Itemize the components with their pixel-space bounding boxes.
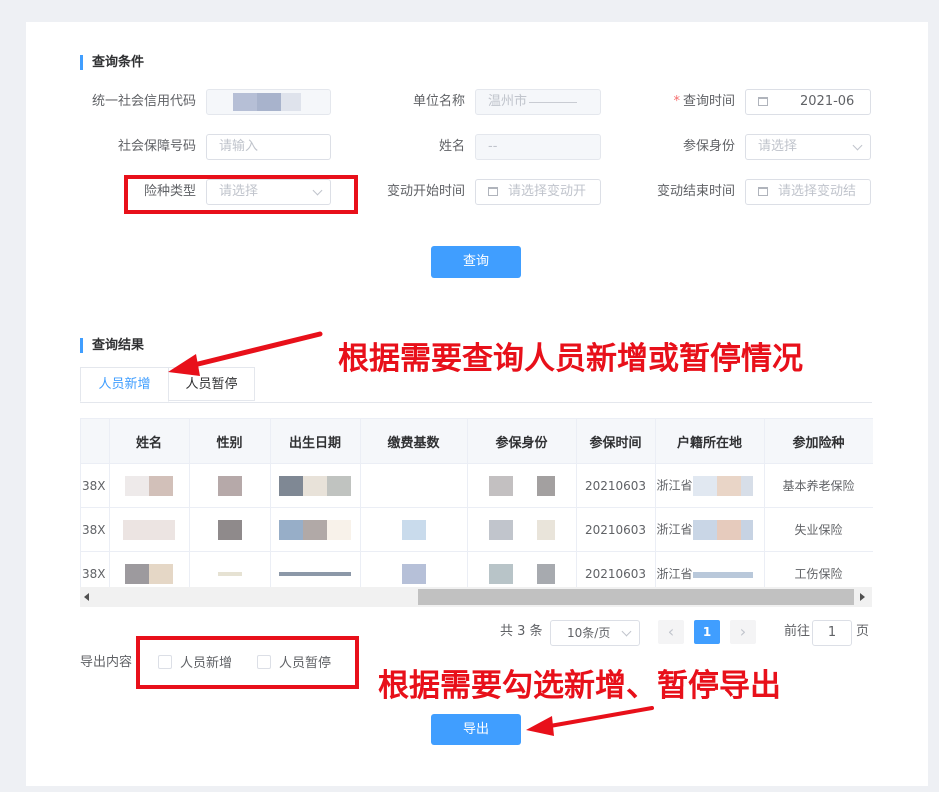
- insured-identity-cell: [467, 507, 577, 552]
- residence-cell: 浙江省: [655, 507, 765, 552]
- column-header: 出生日期: [270, 419, 361, 464]
- page-1-button[interactable]: 1: [694, 620, 720, 644]
- name-cell: [109, 463, 190, 508]
- insurance-cell: 基本养老保险: [764, 463, 873, 508]
- name-cell: [109, 551, 190, 587]
- ss-number-input[interactable]: 请输入: [206, 134, 331, 160]
- residence-cell: 浙江省: [655, 463, 765, 508]
- credit-code-field[interactable]: [206, 89, 331, 115]
- column-header: 性别: [189, 419, 271, 464]
- prev-page-button[interactable]: ‹: [658, 620, 684, 644]
- calendar-icon: [758, 97, 768, 106]
- birthdate-cell: [270, 551, 361, 587]
- contribution-base-cell: [360, 551, 468, 587]
- annotation-box-export-options: [136, 636, 359, 689]
- table-row: 38X 20210603 浙江省 基本养老保险: [81, 463, 873, 508]
- table-row: 38X 20210603 浙江省 工伤保险: [81, 551, 873, 587]
- chevron-down-icon: [852, 140, 863, 151]
- results-table: 姓名 性别 出生日期 缴费基数 参保身份 参保时间 户籍所在地 参加险种 38X…: [80, 418, 873, 587]
- annotation-box-insurance-type: [124, 175, 358, 214]
- annotation-arrow-icon: [526, 706, 654, 736]
- column-header: 参加险种: [764, 419, 873, 464]
- page-size-select[interactable]: 10条/页: [550, 620, 640, 646]
- goto-page-input[interactable]: 1: [812, 620, 852, 646]
- query-button[interactable]: 查询: [431, 246, 521, 278]
- query-time-label: * 查询时间: [673, 94, 735, 109]
- name-cell: [109, 507, 190, 552]
- query-time-picker[interactable]: 2021-06: [745, 89, 871, 115]
- tab-new-staff[interactable]: 人员新增: [80, 367, 169, 402]
- id-cell: 38X: [81, 551, 110, 587]
- export-button[interactable]: 导出: [431, 714, 521, 745]
- unit-name-field[interactable]: 温州市: [475, 89, 601, 115]
- id-cell: 38X: [81, 507, 110, 552]
- residence-cell: 浙江省: [655, 551, 765, 587]
- column-header: 姓名: [109, 419, 190, 464]
- column-header: 参保时间: [576, 419, 656, 464]
- insured-time-cell: 20210603: [576, 507, 656, 552]
- name-field[interactable]: --: [475, 134, 601, 160]
- name-label: 姓名: [438, 139, 465, 154]
- scroll-left-icon[interactable]: [84, 593, 89, 601]
- change-end-picker[interactable]: 请选择变动结: [745, 179, 871, 205]
- ss-number-label: 社会保障号码: [117, 139, 196, 154]
- insured-identity-label: 参保身份: [682, 139, 735, 154]
- query-time-value: 2021-06: [800, 94, 855, 109]
- page-suffix: 页: [856, 624, 870, 639]
- insurance-cell: 失业保险: [764, 507, 873, 552]
- scrollbar-thumb[interactable]: [418, 589, 854, 605]
- insured-time-cell: 20210603: [576, 463, 656, 508]
- column-header: 户籍所在地: [655, 419, 765, 464]
- chevron-down-icon: [621, 626, 632, 637]
- insured-time-cell: 20210603: [576, 551, 656, 587]
- contribution-base-cell: [360, 507, 468, 552]
- goto-label: 前往: [784, 624, 811, 639]
- table-horizontal-scrollbar[interactable]: [80, 587, 872, 607]
- gender-cell: [189, 463, 271, 508]
- column-header: 参保身份: [467, 419, 577, 464]
- insured-identity-select[interactable]: 请选择: [745, 134, 871, 160]
- calendar-icon: [488, 187, 498, 196]
- change-start-label: 变动开始时间: [386, 184, 465, 199]
- gender-cell: [189, 551, 271, 587]
- scroll-right-icon[interactable]: [860, 593, 865, 601]
- table-row: 38X 20210603 浙江省 失业保险: [81, 507, 873, 552]
- contribution-base-cell: [360, 463, 468, 508]
- change-end-placeholder: 请选择变动结: [778, 184, 857, 199]
- unit-name-label: 单位名称: [412, 94, 465, 109]
- table-header-row: 姓名 性别 出生日期 缴费基数 参保身份 参保时间 户籍所在地 参加险种: [81, 419, 873, 464]
- change-end-label: 变动结束时间: [656, 184, 735, 199]
- page-size-value: 10条/页: [567, 626, 611, 640]
- change-start-placeholder: 请选择变动开: [508, 184, 587, 199]
- insured-identity-cell: [467, 551, 577, 587]
- insured-identity-placeholder: 请选择: [758, 139, 798, 154]
- insurance-cell: 工伤保险: [764, 551, 873, 587]
- next-page-button[interactable]: ›: [730, 620, 756, 644]
- birthdate-cell: [270, 507, 361, 552]
- annotation-text-query: 根据需要查询人员新增或暂停情况: [338, 341, 803, 377]
- column-header: 缴费基数: [360, 419, 468, 464]
- calendar-icon: [758, 187, 768, 196]
- gender-cell: [189, 507, 271, 552]
- credit-code-label: 统一社会信用代码: [91, 94, 196, 109]
- unit-name-value: 温州市: [488, 94, 528, 109]
- id-cell: 38X: [81, 463, 110, 508]
- insured-identity-cell: [467, 463, 577, 508]
- annotation-arrow-icon: [168, 331, 323, 376]
- pagination-total: 共 3 条: [500, 624, 543, 639]
- birthdate-cell: [270, 463, 361, 508]
- column-header-id: [81, 419, 110, 464]
- query-section-title: 查询条件: [80, 55, 144, 70]
- change-start-picker[interactable]: 请选择变动开: [475, 179, 601, 205]
- export-content-label: 导出内容: [80, 655, 133, 670]
- annotation-text-export: 根据需要勾选新增、暂停导出: [378, 668, 781, 704]
- results-section-title: 查询结果: [80, 338, 144, 353]
